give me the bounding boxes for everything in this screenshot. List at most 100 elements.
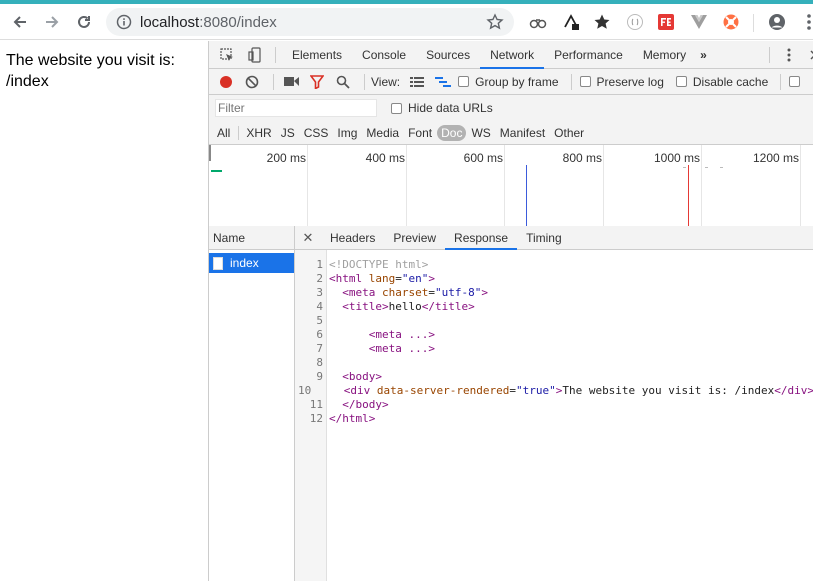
extension-bracket-icon[interactable] bbox=[626, 13, 644, 31]
group-by-frame-checkbox[interactable] bbox=[458, 76, 470, 87]
device-toolbar-icon[interactable] bbox=[241, 41, 269, 69]
tab-sources[interactable]: Sources bbox=[416, 41, 480, 69]
type-other[interactable]: Other bbox=[550, 125, 588, 141]
bookmark-star-icon[interactable] bbox=[593, 13, 611, 31]
timeline-gridline bbox=[800, 145, 801, 227]
tab-elements[interactable]: Elements bbox=[282, 41, 352, 69]
type-all[interactable]: All bbox=[213, 125, 234, 141]
star-icon[interactable] bbox=[486, 13, 504, 31]
timeline-tick-label: 200 ms bbox=[266, 151, 306, 165]
close-detail-icon[interactable]: ✕ bbox=[295, 230, 321, 246]
timeline-start-handle[interactable] bbox=[209, 145, 211, 161]
type-media[interactable]: Media bbox=[362, 125, 403, 141]
filter-toggle-button[interactable] bbox=[306, 71, 328, 93]
menu-icon[interactable] bbox=[800, 13, 813, 31]
extension-translate-icon[interactable] bbox=[562, 13, 580, 31]
disable-cache-label: Disable cache bbox=[692, 74, 769, 89]
load-event-marker bbox=[688, 165, 689, 227]
code-lines: 1 <!DOCTYPE html> 2 <html lang="en"> 3 <me… bbox=[295, 258, 813, 426]
type-ws[interactable]: WS bbox=[467, 125, 494, 141]
tab-timing[interactable]: Timing bbox=[517, 226, 571, 250]
type-img[interactable]: Img bbox=[333, 125, 361, 141]
dom-content-loaded-marker bbox=[526, 165, 527, 227]
type-font[interactable]: Font bbox=[404, 125, 436, 141]
line-number: 9 bbox=[316, 370, 323, 383]
tab-preview[interactable]: Preview bbox=[384, 226, 445, 250]
code-line: 2 <html lang="en"> bbox=[295, 272, 813, 286]
timeline-tick-label: 400 ms bbox=[365, 151, 405, 165]
url-host: localhost bbox=[140, 13, 200, 31]
code-attr: charset bbox=[382, 286, 429, 299]
reload-button[interactable] bbox=[68, 6, 100, 38]
type-xhr[interactable]: XHR bbox=[242, 125, 275, 141]
request-list: Name index bbox=[209, 226, 295, 581]
extension-lifebuoy-icon[interactable] bbox=[722, 13, 740, 31]
record-icon bbox=[220, 75, 232, 88]
line-number: 10 bbox=[298, 384, 312, 397]
code-line: 10 <div data-server-rendered="true">The … bbox=[295, 384, 813, 398]
search-button[interactable] bbox=[332, 71, 354, 93]
large-rows-button[interactable] bbox=[406, 71, 428, 93]
waterfall-button[interactable] bbox=[432, 71, 454, 93]
request-row-index[interactable]: index bbox=[209, 253, 294, 273]
screenshot-button[interactable] bbox=[280, 71, 302, 93]
code-tag: <body> bbox=[342, 370, 382, 383]
devtools-menu-icon[interactable] bbox=[775, 41, 803, 69]
code-text: hello bbox=[388, 300, 422, 313]
inspect-element-icon[interactable] bbox=[213, 41, 241, 69]
filter-funnel-icon bbox=[310, 74, 324, 89]
disable-cache-toggle[interactable]: Disable cache bbox=[675, 74, 769, 89]
line-number: 8 bbox=[316, 356, 323, 369]
request-timing-bar bbox=[211, 170, 222, 172]
tab-headers[interactable]: Headers bbox=[321, 226, 384, 250]
forward-button[interactable] bbox=[36, 6, 68, 38]
type-doc[interactable]: Doc bbox=[437, 124, 467, 141]
type-js[interactable]: JS bbox=[277, 125, 299, 141]
back-button[interactable] bbox=[4, 6, 36, 38]
record-button[interactable] bbox=[215, 71, 237, 93]
tab-console[interactable]: Console bbox=[352, 41, 416, 69]
tab-network[interactable]: Network bbox=[480, 41, 545, 69]
name-column-header[interactable]: Name bbox=[209, 226, 294, 250]
filter-input[interactable] bbox=[215, 99, 377, 117]
code-tag: <meta ...> bbox=[368, 342, 435, 355]
disable-cache-checkbox[interactable] bbox=[675, 76, 687, 87]
timeline-gridline bbox=[307, 145, 308, 227]
hide-data-urls-label: Hide data URLs bbox=[408, 101, 493, 115]
preserve-log-checkbox[interactable] bbox=[579, 76, 591, 87]
tab-response[interactable]: Response bbox=[445, 226, 518, 250]
address-bar[interactable]: localhost:8080/index bbox=[106, 8, 514, 36]
toolbar-separator bbox=[570, 73, 572, 90]
tab-performance[interactable]: Performance bbox=[544, 41, 633, 69]
more-tabs-button[interactable]: » bbox=[696, 41, 711, 69]
type-manifest[interactable]: Manifest bbox=[496, 125, 549, 141]
hide-data-urls-checkbox[interactable] bbox=[391, 102, 402, 114]
tab-memory[interactable]: Memory bbox=[633, 41, 696, 69]
info-icon bbox=[116, 14, 132, 30]
view-label: View: bbox=[371, 74, 401, 89]
extension-binoculars-icon[interactable] bbox=[529, 13, 547, 31]
extension-fe-icon[interactable] bbox=[657, 13, 675, 31]
document-icon bbox=[213, 256, 223, 270]
response-source-view[interactable]: 1 <!DOCTYPE html> 2 <html lang="en"> 3 <me… bbox=[295, 250, 813, 581]
request-name: index bbox=[230, 256, 259, 270]
preserve-log-label: Preserve log bbox=[596, 74, 664, 89]
clear-button[interactable] bbox=[241, 71, 263, 93]
preserve-log-toggle[interactable]: Preserve log bbox=[579, 74, 664, 89]
type-css[interactable]: CSS bbox=[300, 125, 333, 141]
type-separator bbox=[238, 125, 240, 140]
waterfall-icon bbox=[435, 76, 452, 87]
clear-icon bbox=[245, 75, 259, 88]
toolbar-separator bbox=[780, 73, 782, 90]
code-tag: </html> bbox=[329, 412, 376, 425]
offline-checkbox[interactable] bbox=[789, 76, 801, 87]
profile-icon[interactable] bbox=[768, 13, 786, 31]
line-number: 2 bbox=[316, 272, 323, 285]
timeline-marker-tick bbox=[705, 167, 708, 168]
close-devtools-icon[interactable] bbox=[801, 41, 813, 69]
network-overview-timeline[interactable]: 200 ms 400 ms 600 ms 800 ms 1000 ms 1200… bbox=[209, 145, 813, 227]
hide-data-urls-toggle[interactable]: Hide data URLs bbox=[391, 101, 493, 115]
group-by-frame-toggle[interactable]: Group by frame bbox=[458, 75, 559, 89]
timeline-gridline bbox=[603, 145, 604, 227]
extension-vue-icon[interactable] bbox=[690, 13, 708, 31]
